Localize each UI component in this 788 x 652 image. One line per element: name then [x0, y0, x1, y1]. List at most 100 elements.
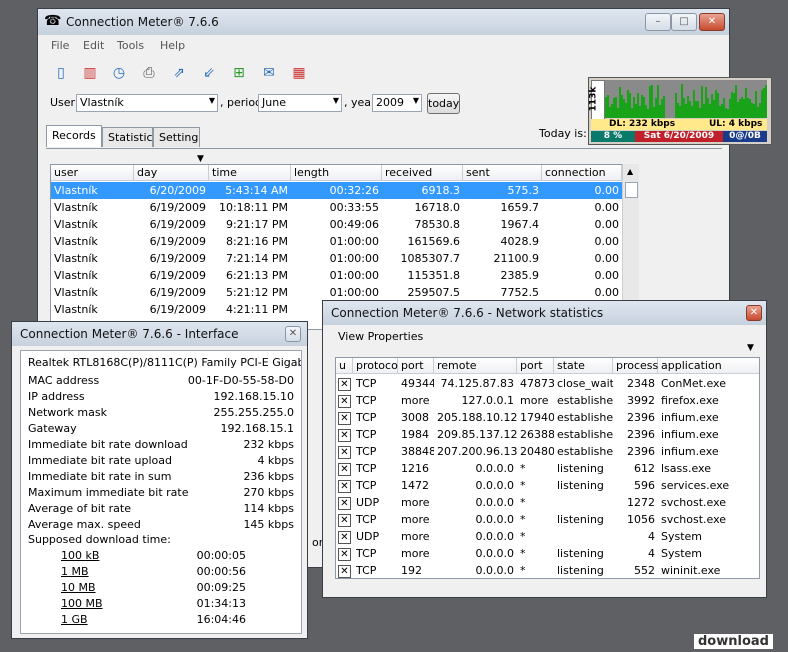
minimize-button[interactable]: – [645, 13, 671, 31]
close-connection-icon[interactable]: ✕ [338, 514, 351, 527]
col-length[interactable]: length [291, 165, 382, 181]
mail-icon[interactable]: ✉ [260, 64, 278, 82]
close-connection-icon[interactable]: ✕ [338, 378, 351, 391]
close-connection-icon[interactable]: ✕ [338, 548, 351, 561]
netstat-close-button[interactable]: ✕ [746, 305, 762, 321]
connection-row[interactable]: ✕ UDP more 0.0.0.0 * 4 System [336, 528, 759, 545]
interface-titlebar[interactable]: Connection Meter® 7.6.6 - Interface ✕ [12, 322, 307, 346]
close-connection-icon[interactable]: ✕ [338, 463, 351, 476]
connection-row[interactable]: ✕ TCP 192 0.0.0.0 * listening 552 wininit.exe [336, 562, 759, 578]
tab-setting[interactable]: Setting [153, 127, 200, 147]
interface-close-button[interactable]: ✕ [285, 326, 301, 342]
col-application[interactable]: application [658, 358, 759, 374]
netstat-titlebar[interactable]: Connection Meter® 7.6.6 - Network statis… [323, 301, 766, 325]
connection-row[interactable]: ✕ TCP 1984 209.85.137.12526388established 23… [336, 426, 759, 443]
scroll-thumb[interactable] [625, 182, 638, 198]
menu-tools[interactable]: Tools [117, 39, 144, 52]
traffic-bar [739, 99, 741, 118]
table-row[interactable]: Vlastník 6/19/2009 5:21:12 PM 01:00:00 25950… [51, 284, 622, 301]
cell-day: 6/19/2009 [149, 235, 206, 248]
col-time[interactable]: time [209, 165, 291, 181]
traffic-bar [653, 107, 655, 118]
traffic-bar [643, 97, 645, 118]
col-connection[interactable]: connection [542, 165, 622, 181]
cell-length: 01:00:00 [329, 235, 379, 248]
cell-received: 115351.8 [407, 269, 461, 282]
interface-info-row: Immediate bit rate in sum 236 kbps [28, 470, 294, 484]
cell-user: Vlastník [54, 235, 98, 248]
col-protocol[interactable]: protocol [353, 358, 401, 374]
close-connection-icon[interactable]: ✕ [338, 412, 351, 425]
close-connection-icon[interactable]: ✕ [338, 395, 351, 408]
meter-widget[interactable]: 113k DL: 232 kbps UL: 4 kbps 8 % Sat 6/2… [588, 77, 772, 145]
connection-row[interactable]: ✕ UDP more 0.0.0.0 * 1272 svchost.exe [336, 494, 759, 511]
scroll-up-icon[interactable]: ▲ [627, 167, 633, 176]
cell-local-port: more [401, 513, 430, 526]
period-select[interactable]: June ▼ [258, 94, 342, 112]
info-value: 4 kbps [256, 454, 294, 467]
connection-row[interactable]: ✕ TCP more 127.0.0.1 more established 3992 fire… [336, 392, 759, 409]
cell-remote-port: * [520, 530, 526, 543]
tab-statistics[interactable]: Statistics [102, 127, 158, 147]
table-row[interactable]: Vlastník 6/20/2009 5:43:14 AM 00:32:26 6918.… [51, 182, 622, 199]
view-chevron-icon[interactable]: ▼ [747, 343, 754, 353]
close-connection-icon[interactable]: ✕ [338, 497, 351, 510]
col-day[interactable]: day [134, 165, 209, 181]
traffic-bar [733, 93, 735, 118]
cell-local-port: more [401, 394, 430, 407]
export-icon[interactable]: ⇗ [170, 64, 188, 82]
main-titlebar[interactable]: ☎ Connection Meter® 7.6.6 – □ ✕ [38, 9, 729, 35]
close-connection-icon[interactable]: ✕ [338, 531, 351, 544]
calendar-icon[interactable]: ▦ [290, 64, 308, 82]
import-icon[interactable]: ⇙ [200, 64, 218, 82]
close-connection-icon[interactable]: ✕ [338, 565, 351, 578]
table-row[interactable]: Vlastník 6/19/2009 6:21:13 PM 01:00:00 11535… [51, 267, 622, 284]
col-process[interactable]: process [613, 358, 658, 374]
close-connection-icon[interactable]: ✕ [338, 446, 351, 459]
menu-help[interactable]: Help [160, 39, 185, 52]
table-row[interactable]: Vlastník 6/19/2009 10:18:11 PM 00:33:55 1671… [51, 199, 622, 216]
view-properties-menu[interactable]: View Properties [338, 330, 423, 343]
table-row[interactable]: Vlastník 6/19/2009 9:21:17 PM 00:49:06 78530… [51, 216, 622, 233]
col-user[interactable]: user [51, 165, 134, 181]
maximize-button[interactable]: □ [671, 13, 697, 31]
col-u[interactable]: u [336, 358, 353, 374]
cell-time: 5:21:12 PM [225, 286, 288, 299]
phone-icon[interactable]: ▯ [52, 64, 70, 82]
bar-chart-icon[interactable]: ▥ [81, 64, 99, 82]
col-received[interactable]: received [382, 165, 463, 181]
close-connection-icon[interactable]: ✕ [338, 429, 351, 442]
close-connection-icon[interactable]: ✕ [338, 480, 351, 493]
col-local-port[interactable]: port [398, 358, 434, 374]
connection-row[interactable]: ✕ TCP more 0.0.0.0 * listening 1056 svchost.exe [336, 511, 759, 528]
today-button[interactable]: today [427, 93, 460, 114]
year-select[interactable]: 2009 ▼ [372, 94, 422, 112]
info-value: 192.168.15.1 [219, 422, 294, 435]
network-icon[interactable]: ⊞ [230, 64, 248, 82]
col-state[interactable]: state [554, 358, 613, 374]
traffic-bar [629, 93, 631, 118]
info-value: 00-1F-D0-55-58-D0 [186, 374, 294, 387]
printer-icon[interactable]: ⎙ [140, 64, 158, 82]
connection-row[interactable]: ✕ TCP 38848207.200.96.13920480established 2… [336, 443, 759, 460]
col-remote[interactable]: remote [434, 358, 517, 374]
connection-row[interactable]: ✕ TCP 1472 0.0.0.0 * listening 596 services.exe [336, 477, 759, 494]
cell-process: 1056 [627, 513, 655, 526]
meter-date: Sat 6/20/2009 [635, 131, 723, 142]
user-select[interactable]: Vlastník ▼ [76, 94, 218, 112]
table-row[interactable]: Vlastník 6/19/2009 8:21:16 PM 01:00:00 16156… [51, 233, 622, 250]
cell-protocol: UDP [356, 496, 380, 509]
clock-icon[interactable]: ◷ [110, 64, 128, 82]
tab-records[interactable]: Records [46, 125, 102, 147]
col-sent[interactable]: sent [463, 165, 542, 181]
connection-row[interactable]: ✕ TCP 3008 205.188.10.12017940established 23… [336, 409, 759, 426]
connection-row[interactable]: ✕ TCP 49344 74.125.87.83 47873 close_wait 2348… [336, 375, 759, 392]
col-remote-port[interactable]: port [517, 358, 554, 374]
table-row[interactable]: Vlastník 6/19/2009 7:21:14 PM 01:00:00 10853… [51, 250, 622, 267]
close-button[interactable]: ✕ [699, 13, 725, 31]
connection-row[interactable]: ✕ TCP 1216 0.0.0.0 * listening 612 lsass.exe [336, 460, 759, 477]
menu-edit[interactable]: Edit [83, 39, 104, 52]
menu-file[interactable]: File [51, 39, 69, 52]
cell-process: 2396 [627, 445, 655, 458]
connection-row[interactable]: ✕ TCP more 0.0.0.0 * listening 4 System [336, 545, 759, 562]
